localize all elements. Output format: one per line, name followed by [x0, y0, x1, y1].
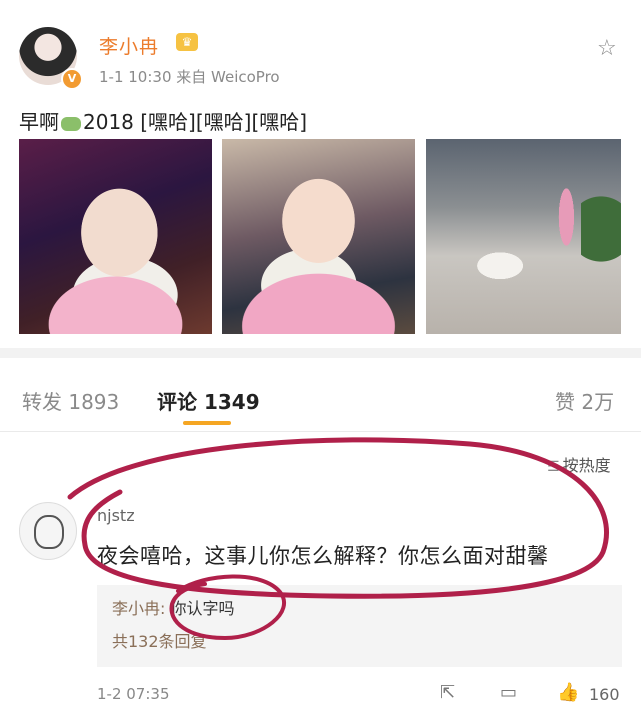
post-text-prefix: 早啊	[19, 110, 59, 134]
large-annotation-circle	[67, 437, 609, 599]
active-tab-indicator	[183, 421, 231, 425]
like-thumb-icon[interactable]: 👍	[557, 682, 579, 703]
emoji-icon	[61, 116, 81, 131]
sort-by-hot-button[interactable]: ☰ 按热度	[547, 452, 611, 476]
post-text-suffix: 2018 [嘿哈][嘿哈][嘿哈]	[83, 110, 308, 134]
commenter-username[interactable]: njstz	[97, 506, 135, 525]
reply-icon[interactable]: ▭	[500, 682, 517, 703]
post-photo-2[interactable]	[222, 139, 415, 334]
post-photo-3[interactable]	[426, 139, 621, 334]
post-author-name[interactable]: 李小冉	[99, 32, 159, 59]
verified-badge-icon: V	[61, 68, 83, 90]
post-meta: 1-1 10:30 来自 WeicoPro	[99, 68, 280, 86]
section-divider	[0, 348, 641, 358]
sort-lines-icon: ☰	[547, 459, 560, 475]
reply-author[interactable]: 李小冉:	[112, 599, 165, 618]
tab-comments[interactable]: 评论 1349	[157, 386, 260, 415]
reply-text: 你认字吗	[165, 599, 235, 618]
sort-label: 按热度	[562, 456, 611, 475]
post-photo-1[interactable]	[19, 139, 212, 334]
tab-likes[interactable]: 赞 2万	[555, 386, 614, 415]
tab-border	[0, 431, 641, 432]
more-replies-link[interactable]: 共132条回复	[112, 628, 207, 652]
reply-line: 李小冉: 你认字吗	[112, 595, 235, 619]
vip-crown-icon: ♛	[176, 33, 198, 51]
tab-repost[interactable]: 转发 1893	[22, 386, 119, 415]
comment-time: 1-2 07:35	[97, 685, 170, 703]
favorite-star-icon[interactable]: ☆	[597, 36, 617, 61]
like-count: 160	[589, 685, 620, 704]
post-text: 早啊 2018 [嘿哈][嘿哈][嘿哈]	[19, 106, 307, 135]
commenter-avatar[interactable]	[19, 502, 77, 560]
comment-text: 夜会嘻哈，这事儿你怎么解释？你怎么面对甜馨	[97, 544, 549, 568]
share-icon[interactable]: ⇱	[440, 682, 455, 703]
